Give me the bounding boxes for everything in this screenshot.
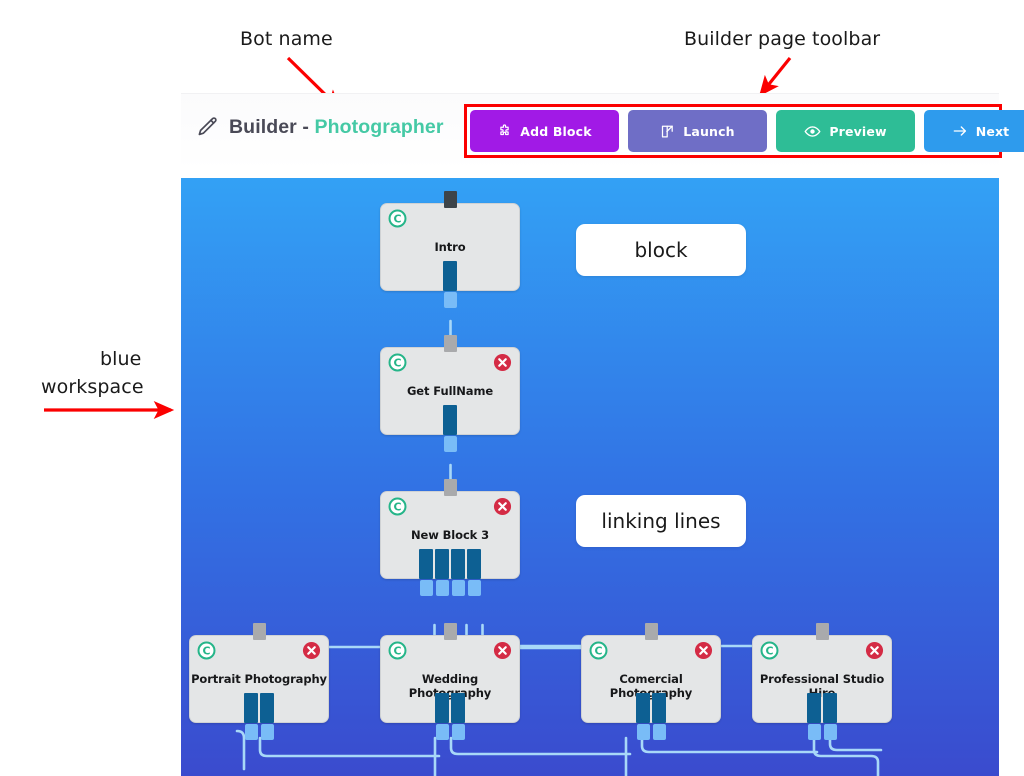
add-block-label: Add Block	[520, 123, 592, 139]
status-c-icon[interactable]: C	[197, 641, 216, 660]
block-output-handle[interactable]	[419, 580, 433, 596]
arrow-right-icon	[952, 123, 968, 139]
block-node-studio-hire[interactable]: C Professional Studio Hire	[752, 635, 892, 723]
block-output-handle[interactable]	[260, 724, 274, 740]
close-icon[interactable]	[302, 641, 321, 660]
block-output-connector[interactable]	[244, 693, 258, 723]
launch-button[interactable]: Launch	[628, 110, 767, 152]
block-output-handle[interactable]	[435, 580, 449, 596]
block-output-handle[interactable]	[435, 724, 449, 740]
close-icon[interactable]	[493, 497, 512, 516]
block-callout: block	[576, 224, 746, 276]
block-output-connector[interactable]	[443, 405, 457, 435]
status-c-icon[interactable]: C	[388, 641, 407, 660]
block-output-handle[interactable]	[443, 292, 457, 308]
block-output-handle[interactable]	[451, 724, 465, 740]
block-output-handle[interactable]	[636, 724, 650, 740]
preview-button[interactable]: Preview	[776, 110, 915, 152]
block-output-handle[interactable]	[807, 724, 821, 740]
status-c-icon[interactable]: C	[589, 641, 608, 660]
block-input-connector[interactable]	[815, 623, 829, 640]
block-output-connector[interactable]	[451, 549, 465, 579]
block-label: Get FullName	[406, 384, 494, 398]
svg-text:C: C	[393, 501, 401, 514]
block-output-handle[interactable]	[467, 580, 481, 596]
block-node-new-block-3[interactable]: C New Block 3	[380, 491, 520, 579]
status-c-icon[interactable]: C	[760, 641, 779, 660]
page-title: Builder - Photographer	[196, 115, 444, 139]
linking-lines-callout: linking lines	[576, 495, 746, 547]
annotation-blue-workspace-line2: workspace	[41, 376, 144, 398]
block-output-connector[interactable]	[435, 549, 449, 579]
preview-label: Preview	[829, 123, 887, 139]
svg-text:C: C	[393, 213, 401, 226]
block-output-handle[interactable]	[244, 724, 258, 740]
bot-name-value: Photographer	[314, 115, 444, 138]
block-node-wedding[interactable]: C Wedding Photography	[380, 635, 520, 723]
block-output-handle[interactable]	[443, 436, 457, 452]
block-callout-label: block	[634, 238, 688, 262]
close-icon[interactable]	[694, 641, 713, 660]
block-label: Intro	[434, 240, 466, 254]
next-label: Next	[975, 123, 1010, 139]
block-output-connector[interactable]	[443, 261, 457, 291]
eye-icon	[804, 123, 821, 140]
external-link-icon	[660, 124, 675, 139]
launch-label: Launch	[683, 123, 735, 139]
annotation-builder-toolbar: Builder page toolbar	[684, 28, 881, 50]
block-input-connector[interactable]	[443, 623, 457, 640]
status-c-icon[interactable]: C	[388, 497, 407, 516]
block-output-connector[interactable]	[467, 549, 481, 579]
annotation-bot-name: Bot name	[240, 28, 333, 50]
linking-lines-callout-label: linking lines	[601, 509, 721, 533]
block-output-handle[interactable]	[652, 724, 666, 740]
block-input-connector[interactable]	[252, 623, 266, 640]
annotation-blue-workspace-line1: blue	[100, 348, 142, 370]
block-output-connector[interactable]	[451, 693, 465, 723]
block-input-connector[interactable]	[644, 623, 658, 640]
block-label: New Block 3	[410, 528, 490, 542]
block-output-connector[interactable]	[419, 549, 433, 579]
block-output-connector[interactable]	[807, 693, 821, 723]
block-label: Comercial Photography	[609, 672, 693, 700]
screenshot-root: Bot name Builder page toolbar blue workspac…	[0, 0, 1024, 776]
status-c-icon[interactable]: C	[388, 209, 407, 228]
block-label: Portrait Photography	[191, 672, 327, 686]
close-icon[interactable]	[493, 353, 512, 372]
block-output-connector[interactable]	[652, 693, 666, 723]
svg-text:C: C	[393, 645, 401, 658]
block-label: Wedding Photography	[408, 672, 492, 700]
arrow-toolbar	[758, 56, 792, 97]
block-output-connector[interactable]	[823, 693, 837, 723]
svg-text:C: C	[594, 645, 602, 658]
puzzle-piece-icon	[497, 123, 512, 139]
block-input-connector[interactable]	[443, 335, 457, 352]
pencil-icon[interactable]	[196, 115, 220, 139]
block-output-connector[interactable]	[435, 693, 449, 723]
add-block-button[interactable]: Add Block	[470, 110, 619, 152]
title-prefix: Builder -	[229, 115, 315, 138]
close-icon[interactable]	[493, 641, 512, 660]
svg-text:C: C	[202, 645, 210, 658]
block-output-handle[interactable]	[451, 580, 465, 596]
block-output-connector[interactable]	[636, 693, 650, 723]
block-label: Professional Studio Hire	[759, 672, 885, 700]
block-output-connector[interactable]	[260, 693, 274, 723]
block-node-comercial[interactable]: C Comercial Photography	[581, 635, 721, 723]
block-output-handle[interactable]	[823, 724, 837, 740]
builder-toolbar: Add Block Launch Preview Next	[470, 110, 1024, 152]
svg-text:C: C	[393, 357, 401, 370]
block-node-portrait[interactable]: C Portrait Photography	[189, 635, 329, 723]
svg-text:C: C	[765, 645, 773, 658]
status-c-icon[interactable]: C	[388, 353, 407, 372]
block-input-connector[interactable]	[443, 191, 457, 208]
block-input-connector[interactable]	[443, 479, 457, 496]
close-icon[interactable]	[865, 641, 884, 660]
next-button[interactable]: Next	[924, 110, 1024, 152]
